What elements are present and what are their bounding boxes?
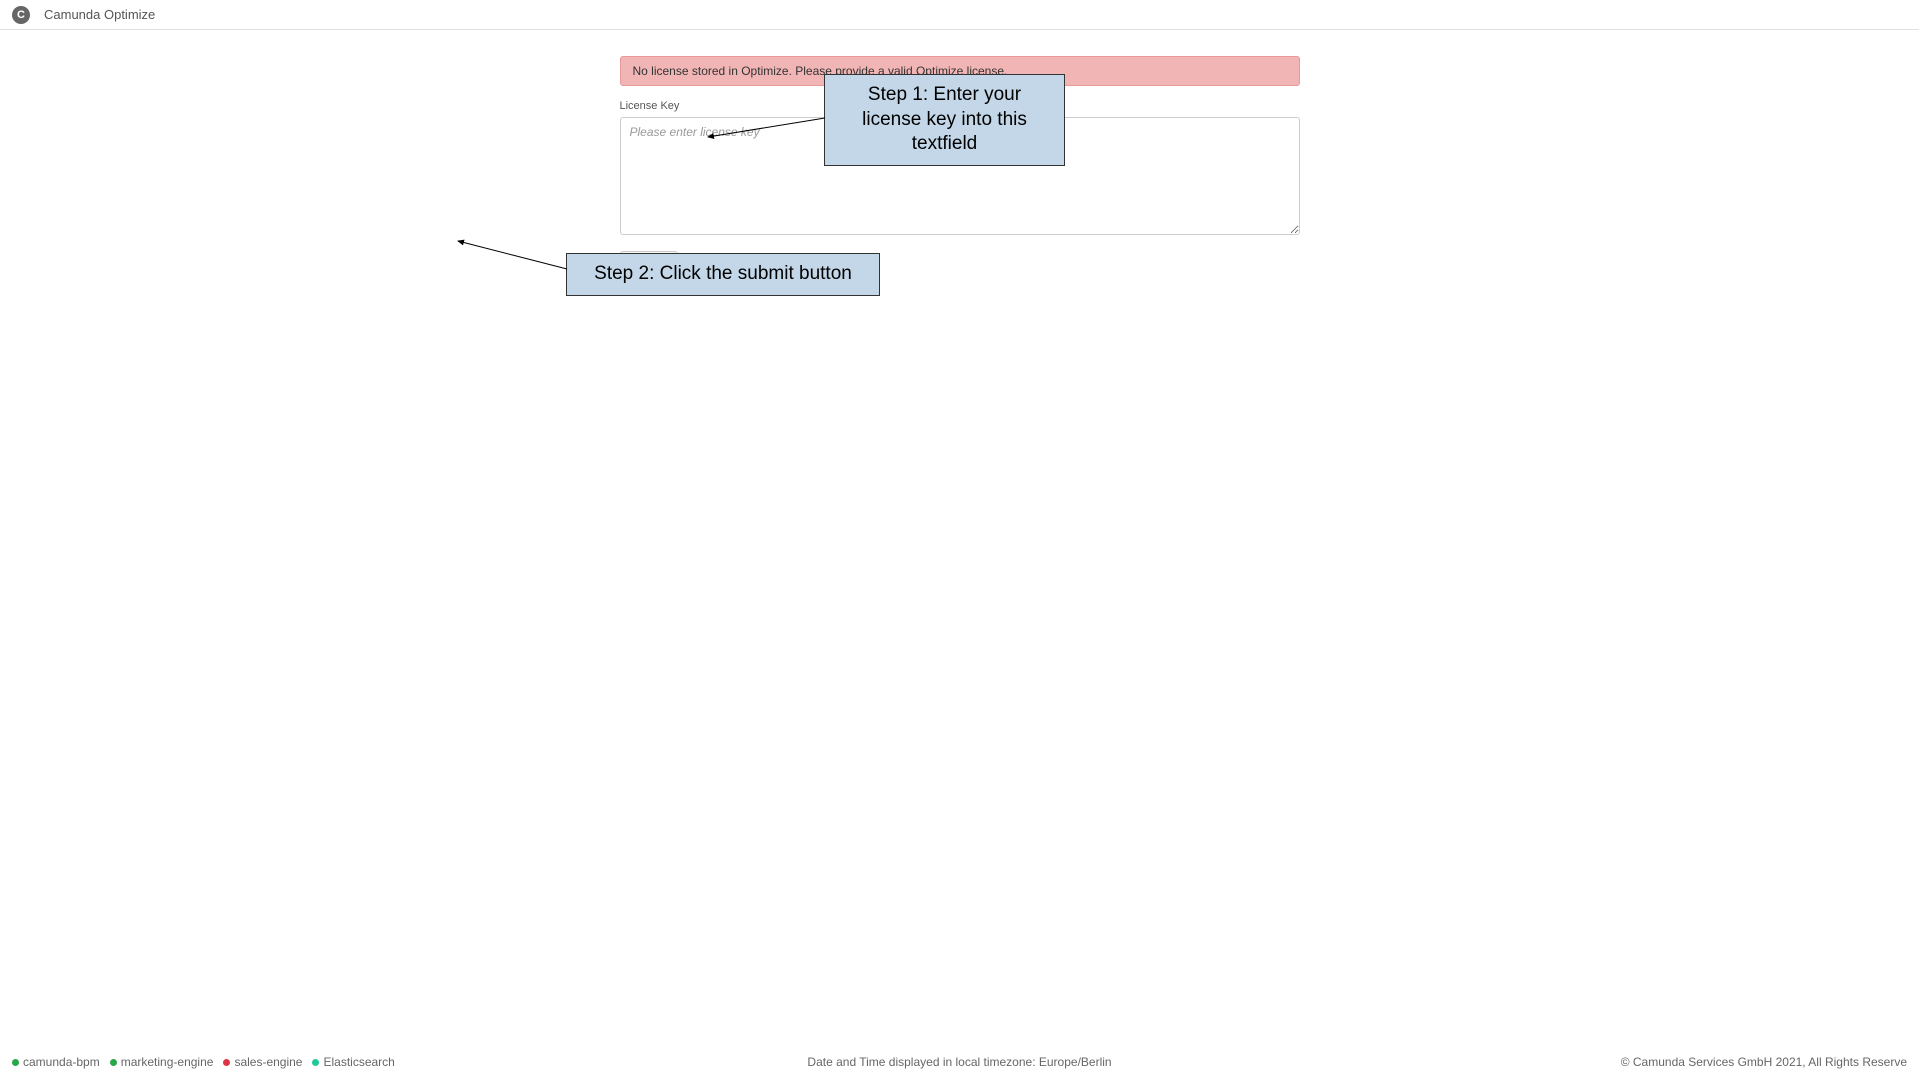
- arrow-icon: [450, 235, 580, 275]
- footer-status-list: camunda-bpm marketing-engine sales-engin…: [12, 1055, 395, 1069]
- annotation-step-2: Step 2: Click the submit button: [566, 253, 880, 296]
- footer-timezone: Date and Time displayed in local timezon…: [807, 1055, 1111, 1069]
- status-label: sales-engine: [234, 1055, 302, 1069]
- status-label: marketing-engine: [121, 1055, 214, 1069]
- app-title: Camunda Optimize: [44, 7, 155, 22]
- app-header: C Camunda Optimize: [0, 0, 1919, 30]
- status-dot-icon: [110, 1059, 117, 1066]
- footer-copyright: © Camunda Services GmbH 2021, All Rights…: [1621, 1055, 1907, 1069]
- status-item-elasticsearch: Elasticsearch: [312, 1055, 394, 1069]
- annotation-step-1: Step 1: Enter your license key into this…: [824, 74, 1065, 166]
- status-dot-icon: [312, 1059, 319, 1066]
- logo-letter: C: [17, 9, 25, 21]
- status-item-sales-engine: sales-engine: [223, 1055, 302, 1069]
- status-item-camunda-bpm: camunda-bpm: [12, 1055, 100, 1069]
- status-label: camunda-bpm: [23, 1055, 100, 1069]
- status-dot-icon: [12, 1059, 19, 1066]
- status-dot-icon: [223, 1059, 230, 1066]
- app-logo-icon: C: [12, 6, 30, 24]
- status-item-marketing-engine: marketing-engine: [110, 1055, 214, 1069]
- footer-bar: camunda-bpm marketing-engine sales-engin…: [0, 1048, 1919, 1075]
- status-label: Elasticsearch: [323, 1055, 394, 1069]
